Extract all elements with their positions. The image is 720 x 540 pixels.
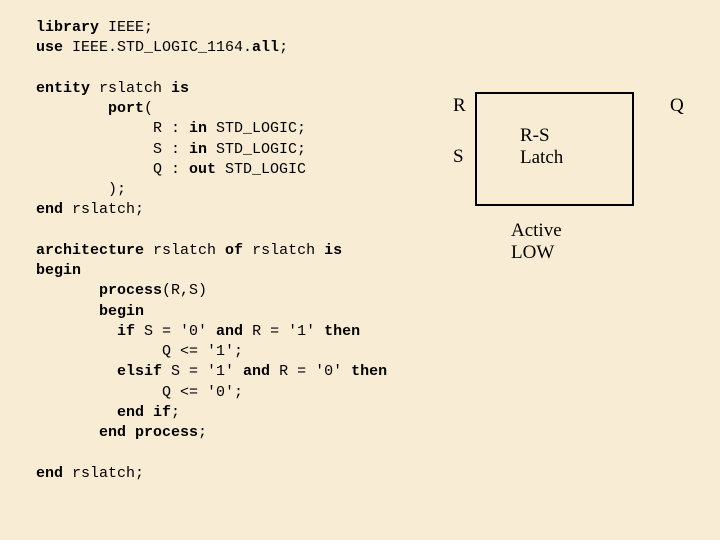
- kw-library: library: [36, 19, 99, 36]
- kw-entity: entity: [36, 80, 90, 97]
- kw-in: in: [189, 141, 207, 158]
- kw-in: in: [189, 120, 207, 137]
- kw-then: then: [351, 363, 387, 380]
- kw-out: out: [189, 161, 216, 178]
- code-text: );: [36, 181, 126, 198]
- code-text: S :: [36, 141, 189, 158]
- code-text: rslatch: [90, 80, 171, 97]
- latch-caption: Active LOW: [511, 220, 562, 264]
- kw-begin: begin: [36, 262, 81, 279]
- kw-architecture: architecture: [36, 242, 144, 259]
- code-text: STD_LOGIC;: [207, 141, 306, 158]
- kw-elsif: elsif: [36, 363, 162, 380]
- code-text: (: [144, 100, 153, 117]
- code-text: R :: [36, 120, 189, 137]
- kw-of: of: [225, 242, 243, 259]
- code-text: Q <= '0';: [36, 384, 243, 401]
- code-text: R = '0': [270, 363, 351, 380]
- code-text: Q :: [36, 161, 189, 178]
- code-text: ;: [171, 404, 180, 421]
- code-text: rslatch;: [63, 201, 144, 218]
- kw-end: end: [36, 201, 63, 218]
- kw-process: process: [36, 282, 162, 299]
- code-text: IEEE;: [99, 19, 153, 36]
- code-text: rslatch;: [63, 465, 144, 482]
- code-text: IEEE.STD_LOGIC_1164.: [63, 39, 252, 56]
- kw-and: and: [243, 363, 270, 380]
- code-text: rslatch: [144, 242, 225, 259]
- kw-then: then: [324, 323, 360, 340]
- kw-and: and: [216, 323, 243, 340]
- vhdl-code-block: library IEEE; use IEEE.STD_LOGIC_1164.al…: [36, 18, 387, 484]
- code-text: S = '0': [135, 323, 216, 340]
- code-text: Q <= '1';: [36, 343, 243, 360]
- code-text: STD_LOGIC;: [207, 120, 306, 137]
- kw-port: port: [36, 100, 144, 117]
- code-text: ;: [198, 424, 207, 441]
- kw-begin: begin: [36, 303, 144, 320]
- kw-is: is: [171, 80, 189, 97]
- kw-use: use: [36, 39, 63, 56]
- kw-end: end: [36, 465, 63, 482]
- port-s-label: S: [453, 146, 464, 168]
- kw-if: if: [36, 323, 135, 340]
- port-r-label: R: [453, 95, 466, 117]
- kw-end-process: end process: [36, 424, 198, 441]
- code-text: ;: [279, 39, 288, 56]
- kw-end-if: end if: [36, 404, 171, 421]
- port-q-label: Q: [670, 95, 684, 117]
- code-text: R = '1': [243, 323, 324, 340]
- kw-all: all: [252, 39, 279, 56]
- code-text: S = '1': [162, 363, 243, 380]
- kw-is: is: [324, 242, 342, 259]
- code-text: STD_LOGIC: [216, 161, 306, 178]
- code-text: rslatch: [243, 242, 324, 259]
- code-text: (R,S): [162, 282, 207, 299]
- latch-label: R-S Latch: [520, 125, 563, 169]
